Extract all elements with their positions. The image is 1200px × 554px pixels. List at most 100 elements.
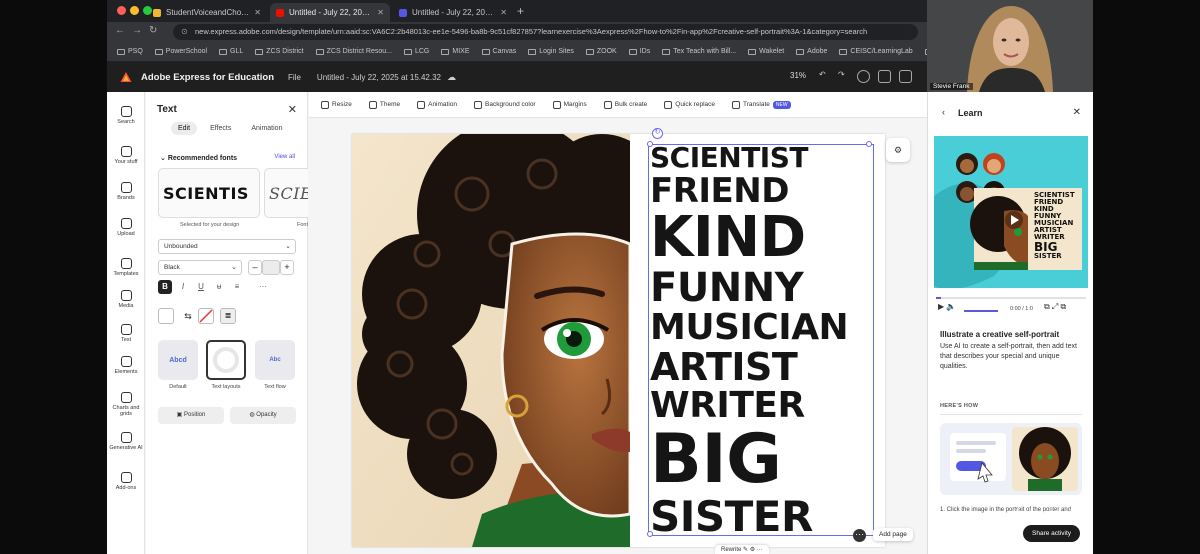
underline-button[interactable]: U [194,280,208,294]
toolbar-theme-button[interactable]: Theme [368,100,400,109]
tab-edit[interactable]: Edit [171,122,198,135]
bookmark-item[interactable]: PowerSchool [154,48,207,55]
bookmark-item[interactable]: GLL [219,48,243,55]
share-activity-button[interactable]: Share activity [1023,525,1081,542]
document-title[interactable]: Untitled - July 22, 2025 at 15.42.32 [317,73,441,82]
file-menu[interactable]: File [288,73,301,82]
toolbar-resize-button[interactable]: Resize [321,100,352,109]
close-icon[interactable]: ✕ [288,103,297,116]
rail-item-templates[interactable]: Templates [107,258,145,277]
close-window-icon[interactable] [117,6,126,15]
close-tab-icon[interactable]: ✕ [377,8,384,17]
rail-item-media[interactable]: Media [107,290,145,309]
font-size-decrease-button[interactable]: – [248,260,262,275]
view-all-link[interactable]: View all [274,154,295,160]
swap-icon[interactable]: ⇆ [180,308,196,324]
bookmark-item[interactable]: ZOOK [585,48,617,55]
canvas-options-icon[interactable]: ⚙ [886,138,910,162]
recommended-fonts-heading[interactable]: ⌄ Recommended fonts [160,154,237,162]
rail-item-search[interactable]: Search [107,106,145,125]
bookmark-item[interactable]: ZCS District [255,48,304,55]
align-icon[interactable]: ≣ [220,308,236,324]
more-options-icon[interactable]: ··· [256,280,270,294]
back-arrow-icon[interactable]: ← [115,25,125,36]
tutorial-video[interactable]: SCIENTIST FRIEND KIND FUNNY MUSICIAN ARTIST WR… [934,136,1088,288]
more-options-icon[interactable]: ··· [853,529,866,542]
bookmark-item[interactable]: Adobe [796,48,827,55]
poster-artboard[interactable]: SCIENTIST FRIEND KIND FUNNY MUSICIAN ARTIST WR… [352,134,885,547]
rail-item-charts-and-grids[interactable]: Charts and grids [107,392,145,417]
bookmark-item[interactable]: LCG [403,48,429,55]
bookmark-item[interactable]: ZCS District Resou... [315,48,392,55]
layout-text-layouts[interactable] [206,340,246,380]
layout-text-flow[interactable]: Abc [255,340,295,380]
close-icon[interactable]: ✕ [1073,107,1081,118]
toolbar-quick-replace-button[interactable]: Quick replace [664,100,715,109]
collaborator-icon[interactable] [857,70,870,83]
bookmark-item[interactable]: Wakelet [748,48,784,55]
opacity-button[interactable]: ◍ Opacity [230,407,296,424]
bold-button[interactable]: B [158,280,172,294]
back-chevron-icon[interactable]: ‹ [942,107,945,117]
font-size-input[interactable] [262,260,280,275]
text-color-swatch[interactable] [158,308,174,324]
toolbar-background-color-button[interactable]: Background color [474,100,536,109]
strikethrough-icon[interactable]: ᵾ [212,280,226,294]
video-progress-bar[interactable] [936,297,1086,299]
rotate-handle-icon[interactable]: ↻ [652,128,663,139]
bookmark-item[interactable]: Login Sites [528,48,574,55]
resize-handle[interactable] [647,531,653,537]
toolbar-bulk-create-button[interactable]: Bulk create [603,100,647,109]
bookmark-item[interactable]: Engagemen [924,48,927,55]
toolbar-translate-button[interactable]: Translate NEW [732,100,791,109]
browser-tab-active[interactable]: Untitled - July 22, 2025 at 1 ✕ [270,3,390,22]
zoom-level[interactable]: 31% [790,71,806,80]
video-controls-icon[interactable]: ⧉ ⤢ ⧉ [1044,302,1066,312]
tab-effects[interactable]: Effects [203,122,238,135]
bookmark-item[interactable]: MIXE [441,48,470,55]
position-button[interactable]: ▣ Position [158,407,224,424]
new-tab-icon[interactable]: + [517,4,524,18]
text-quick-bar[interactable]: Rewrite ✎ ⚙ ··· [715,545,769,554]
toolbar-margins-button[interactable]: Margins [552,100,587,109]
rail-item-generative-ai[interactable]: Generative AI [107,432,145,451]
reload-icon[interactable]: ↻ [149,25,157,36]
font-family-select[interactable]: Unbounded ⌄ [158,239,296,254]
rail-item-elements[interactable]: Elements [107,356,145,375]
minimize-window-icon[interactable] [130,6,139,15]
close-tab-icon[interactable]: ✕ [500,8,507,17]
adobe-express-logo-icon[interactable] [119,70,133,84]
bookmark-item[interactable]: Canvas [481,48,516,55]
portrait-image[interactable] [352,134,630,547]
redo-icon[interactable]: ↷ [838,70,851,83]
site-info-icon[interactable]: ⊙ [181,24,188,40]
rail-item-text[interactable]: Text [107,324,145,343]
font-suggestion-card[interactable]: SCIENTIS [158,168,260,218]
close-tab-icon[interactable]: ✕ [254,8,261,17]
font-size-increase-button[interactable]: + [280,260,294,275]
forward-arrow-icon[interactable]: → [132,25,142,36]
resize-handle[interactable] [647,141,653,147]
rail-item-add-ons[interactable]: Add-ons [107,472,145,491]
tab-animation[interactable]: Animation [244,122,289,135]
resize-handle[interactable] [866,141,872,147]
layout-default[interactable]: Abcd [158,340,198,380]
share-icon[interactable] [899,70,912,83]
bookmark-item[interactable]: PSQ [117,48,143,55]
rail-item-your-stuff[interactable]: Your stuff [107,146,145,165]
list-icon[interactable]: ≡ [230,280,244,294]
no-fill-swatch[interactable] [198,308,214,324]
toolbar-animation-button[interactable]: Animation [417,100,457,109]
browser-tab[interactable]: StudentVoiceandChoice_Ad ✕ [147,3,267,22]
address-bar[interactable]: ⊙ new.express.adobe.com/design/template/… [173,24,918,40]
bookmark-item[interactable]: Tex Teach with Bill... [662,48,736,55]
volume-slider[interactable] [964,310,998,312]
rail-item-brands[interactable]: Brands [107,182,145,201]
font-suggestion-card[interactable]: SCIE [264,168,308,218]
font-weight-select[interactable]: Black ⌄ [158,260,242,275]
browser-tab[interactable]: Untitled - July 22, 2025 at 1 ✕ [393,3,513,22]
help-icon[interactable] [878,70,891,83]
bookmark-item[interactable]: CEISC/LearningLab [839,48,913,55]
play-icon[interactable]: ▶ 🔈 [938,302,956,311]
bookmark-item[interactable]: IDs [628,48,650,55]
